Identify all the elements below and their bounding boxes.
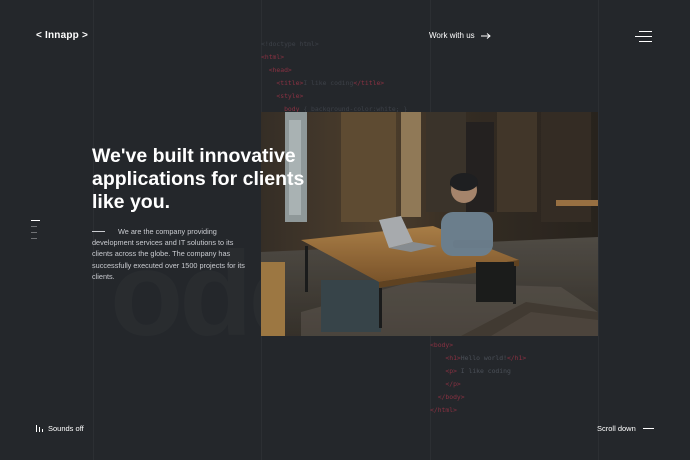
hero-intro-text: We are the company providing development… xyxy=(92,227,245,281)
code-tag: </title> xyxy=(353,79,385,87)
sound-label: Sounds off xyxy=(48,424,84,433)
pager-dot[interactable] xyxy=(31,220,40,221)
code-line: <!doctype html> xyxy=(261,38,407,51)
grid-line xyxy=(598,0,599,460)
code-tag: </p> xyxy=(430,380,461,388)
site-logo[interactable]: < Innapp > xyxy=(36,30,88,41)
code-text: I like coding xyxy=(303,79,354,87)
code-tag: <html> xyxy=(261,53,285,61)
code-tag: </body> xyxy=(430,393,465,401)
code-tag: <h1> xyxy=(430,354,461,362)
code-line: </body> xyxy=(430,391,526,404)
code-tag: <body> xyxy=(430,341,454,349)
code-line: <h1>Hello world!</h1> xyxy=(430,352,526,365)
code-tag: </html> xyxy=(430,406,457,414)
code-tag: <title> xyxy=(261,79,304,87)
code-text: <!doctype html> xyxy=(261,40,319,48)
pager-dot[interactable] xyxy=(31,226,37,227)
hero-headline: We've built innovative applications for … xyxy=(92,145,305,213)
scroll-dash xyxy=(642,428,654,429)
code-line: </p> xyxy=(430,378,526,391)
sound-bars-icon xyxy=(36,425,43,432)
pager-dot[interactable] xyxy=(31,238,37,239)
code-snippet-top: <!doctype html> <html> <head> <title>I li… xyxy=(261,38,407,116)
scroll-down-link[interactable]: Scroll down xyxy=(597,424,654,433)
code-text: Hello world! xyxy=(460,354,507,362)
code-line: <style> xyxy=(261,90,407,103)
code-tag: <p> xyxy=(430,367,457,375)
work-with-us-label: Work with us xyxy=(429,31,475,40)
slide-pager[interactable] xyxy=(31,220,41,244)
code-line: <body> xyxy=(430,339,526,352)
pager-dot[interactable] xyxy=(31,232,37,233)
code-line: <p> I like coding xyxy=(430,365,526,378)
code-text: I like coding xyxy=(456,367,511,375)
menu-icon[interactable] xyxy=(635,31,652,43)
code-snippet-bottom: <body> <h1>Hello world!</h1> <p> I like … xyxy=(430,339,526,417)
sound-toggle[interactable]: Sounds off xyxy=(36,424,84,433)
code-line: <html> xyxy=(261,51,407,64)
code-tag: <head> xyxy=(261,66,292,74)
page: ode < Innapp > Work with us <!doctype ht… xyxy=(0,0,690,460)
code-line: <head> xyxy=(261,64,407,77)
code-tag: <style> xyxy=(261,92,304,100)
code-line: <title>I like coding</title> xyxy=(261,77,407,90)
work-with-us-link[interactable]: Work with us xyxy=(429,31,491,40)
code-tag: </h1> xyxy=(506,354,527,362)
scroll-down-label: Scroll down xyxy=(597,424,636,433)
code-line: </html> xyxy=(430,404,526,417)
arrow-right-icon xyxy=(480,32,491,39)
